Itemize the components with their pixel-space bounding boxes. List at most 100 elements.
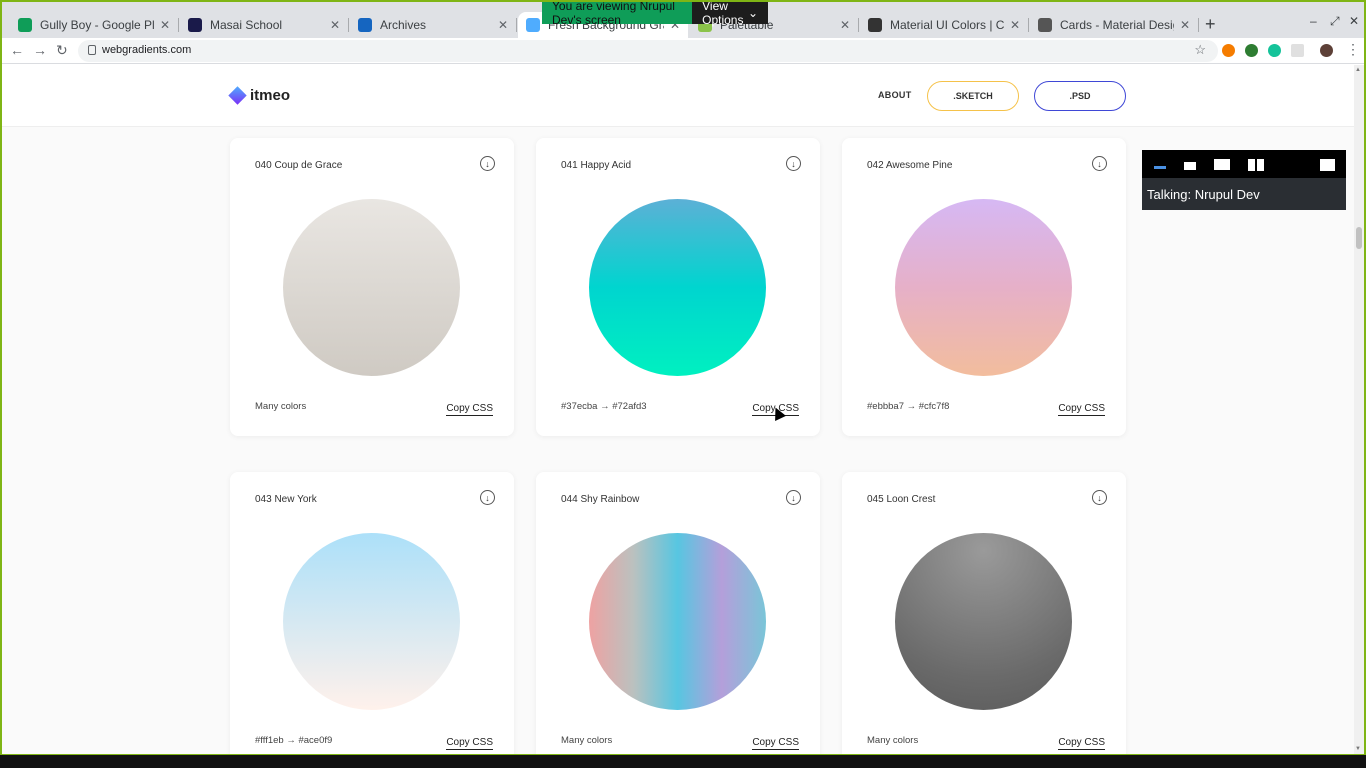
new-tab-button[interactable]: +	[1205, 14, 1216, 35]
close-tab-icon[interactable]: ✕	[498, 18, 508, 32]
gradient-swatch	[283, 533, 460, 710]
download-icon[interactable]: ↓	[480, 490, 495, 505]
extension-icon[interactable]	[1222, 44, 1235, 57]
download-icon[interactable]: ↓	[786, 490, 801, 505]
download-icon[interactable]: ↓	[1092, 490, 1107, 505]
menu-kebab-icon[interactable]: ⋮	[1346, 41, 1360, 58]
browser-tab[interactable]: Cards - Material Design ✕	[1030, 12, 1199, 38]
tab-separator	[178, 18, 179, 32]
tab-favicon-icon	[868, 18, 882, 32]
download-icon[interactable]: ↓	[786, 156, 801, 171]
browser-toolbar: ← → ↻ webgradients.com ☆ ⋮	[2, 38, 1364, 64]
gradient-name: 044 Shy Rainbow	[561, 494, 640, 505]
gradient-swatch	[589, 533, 766, 710]
browser-window: Gully Boy - Google Play N✕Masai School✕A…	[2, 2, 1364, 754]
scroll-up-icon[interactable]: ▲	[1355, 67, 1361, 73]
site-logo[interactable]: itmeo	[228, 86, 291, 105]
view-options-label: View Options	[702, 2, 744, 27]
tab-favicon-icon	[1038, 18, 1052, 32]
copy-css-button[interactable]: Copy CSS	[1058, 403, 1105, 416]
close-tab-icon[interactable]: ✕	[840, 18, 850, 32]
browser-tab[interactable]: Masai School ✕	[180, 12, 349, 38]
logo-mark-icon	[228, 86, 247, 105]
gradient-colors: Many colors	[867, 735, 919, 746]
logo-text: itmeo	[250, 87, 291, 104]
tab-favicon-icon	[526, 18, 540, 32]
browser-tab[interactable]: Archives ✕	[350, 12, 517, 38]
sketch-download-button[interactable]: .SKETCH	[927, 81, 1019, 111]
gradient-card: 042 Awesome Pine ↓ #ebbba7 → #cfc7f8 Copy C…	[842, 138, 1126, 436]
profile-avatar[interactable]	[1320, 44, 1333, 57]
video-layout-controls	[1142, 150, 1346, 178]
download-icon[interactable]: ↓	[480, 156, 495, 171]
view-options-button[interactable]: View Options ⌄	[692, 2, 768, 27]
layout-small-icon[interactable]	[1184, 162, 1196, 170]
layout-large-icon[interactable]	[1214, 159, 1230, 170]
gradient-colors: #fff1eb → #ace0f9	[255, 735, 333, 746]
tab-separator	[348, 18, 349, 32]
taskbar-strip	[0, 755, 1366, 768]
tab-favicon-icon	[18, 18, 32, 32]
maximize-icon[interactable]: ⤢	[1330, 14, 1340, 29]
psd-download-button[interactable]: .PSD	[1034, 81, 1126, 111]
extension-icon[interactable]	[1245, 44, 1258, 57]
close-tab-icon[interactable]: ✕	[1010, 18, 1020, 32]
gradient-swatch	[589, 199, 766, 376]
close-tab-icon[interactable]: ✕	[160, 18, 170, 32]
gradient-swatch	[283, 199, 460, 376]
minimize-icon[interactable]: –	[1310, 14, 1317, 28]
gradient-colors: Many colors	[561, 735, 613, 746]
gradient-name: 045 Loon Crest	[867, 494, 936, 505]
extension-icon[interactable]	[1291, 44, 1304, 57]
gradient-name: 042 Awesome Pine	[867, 160, 953, 171]
gradient-name: 041 Happy Acid	[561, 160, 632, 171]
tab-separator	[858, 18, 859, 32]
gradient-card: 044 Shy Rainbow ↓ Many colors Copy CSS	[536, 472, 820, 754]
reload-icon[interactable]: ↻	[56, 42, 68, 59]
screen-share-message: You are viewing Nrupul Dev's screen	[552, 2, 675, 27]
nav-about-link[interactable]: ABOUT	[878, 90, 912, 100]
gradient-card: 041 Happy Acid ↓ #37ecba → #72afd3 Copy CSS	[536, 138, 820, 436]
chevron-down-icon: ⌄	[747, 6, 758, 20]
tab-favicon-icon	[188, 18, 202, 32]
copy-css-button[interactable]: Copy CSS	[752, 737, 799, 750]
screen-share-banner: You are viewing Nrupul Dev's screen View…	[542, 2, 768, 27]
tab-title: Gully Boy - Google Play N	[40, 18, 154, 32]
forward-icon[interactable]: →	[33, 42, 47, 58]
url-text: webgradients.com	[102, 44, 192, 56]
address-bar[interactable]: webgradients.com ☆	[78, 40, 1218, 62]
tab-title: Material UI Colors | Colo	[890, 18, 1004, 32]
bookmark-star-icon[interactable]: ☆	[1194, 42, 1206, 58]
gradient-name: 040 Coup de Grace	[255, 160, 343, 171]
tab-separator	[1198, 18, 1199, 32]
tab-title: Cards - Material Design	[1060, 18, 1174, 32]
scrollbar-thumb[interactable]	[1356, 227, 1362, 249]
scrollbar[interactable]: ▲ ▼	[1354, 65, 1364, 754]
layout-popout-icon[interactable]	[1320, 159, 1335, 171]
gradient-colors: #37ecba → #72afd3	[561, 401, 647, 412]
copy-css-button[interactable]: Copy CSS	[446, 403, 493, 416]
gradient-card: 043 New York ↓ #fff1eb → #ace0f9 Copy CSS	[230, 472, 514, 754]
close-tab-icon[interactable]: ✕	[330, 18, 340, 32]
tab-favicon-icon	[358, 18, 372, 32]
browser-tab[interactable]: Gully Boy - Google Play N ✕	[10, 12, 179, 38]
gradient-swatch	[895, 533, 1072, 710]
tab-title: Archives	[380, 18, 427, 32]
tab-title: Masai School	[210, 18, 283, 32]
gradient-colors: #ebbba7 → #cfc7f8	[867, 401, 950, 412]
close-window-icon[interactable]: ✕	[1349, 14, 1359, 28]
close-tab-icon[interactable]: ✕	[1180, 18, 1190, 32]
scroll-down-icon[interactable]: ▼	[1355, 746, 1361, 752]
gradient-colors: Many colors	[255, 401, 307, 412]
grammarly-icon[interactable]	[1268, 44, 1281, 57]
gradient-card: 045 Loon Crest ↓ Many colors Copy CSS	[842, 472, 1126, 754]
layout-grid-icon[interactable]	[1248, 159, 1264, 171]
browser-tab[interactable]: Material UI Colors | Colo ✕	[860, 12, 1029, 38]
back-icon[interactable]: ←	[10, 42, 24, 58]
download-icon[interactable]: ↓	[1092, 156, 1107, 171]
copy-css-button[interactable]: Copy CSS	[1058, 737, 1105, 750]
talking-indicator: Talking: Nrupul Dev	[1147, 187, 1260, 202]
tab-separator	[1028, 18, 1029, 32]
copy-css-button[interactable]: Copy CSS	[446, 737, 493, 750]
layout-minimized-icon[interactable]	[1154, 166, 1166, 169]
